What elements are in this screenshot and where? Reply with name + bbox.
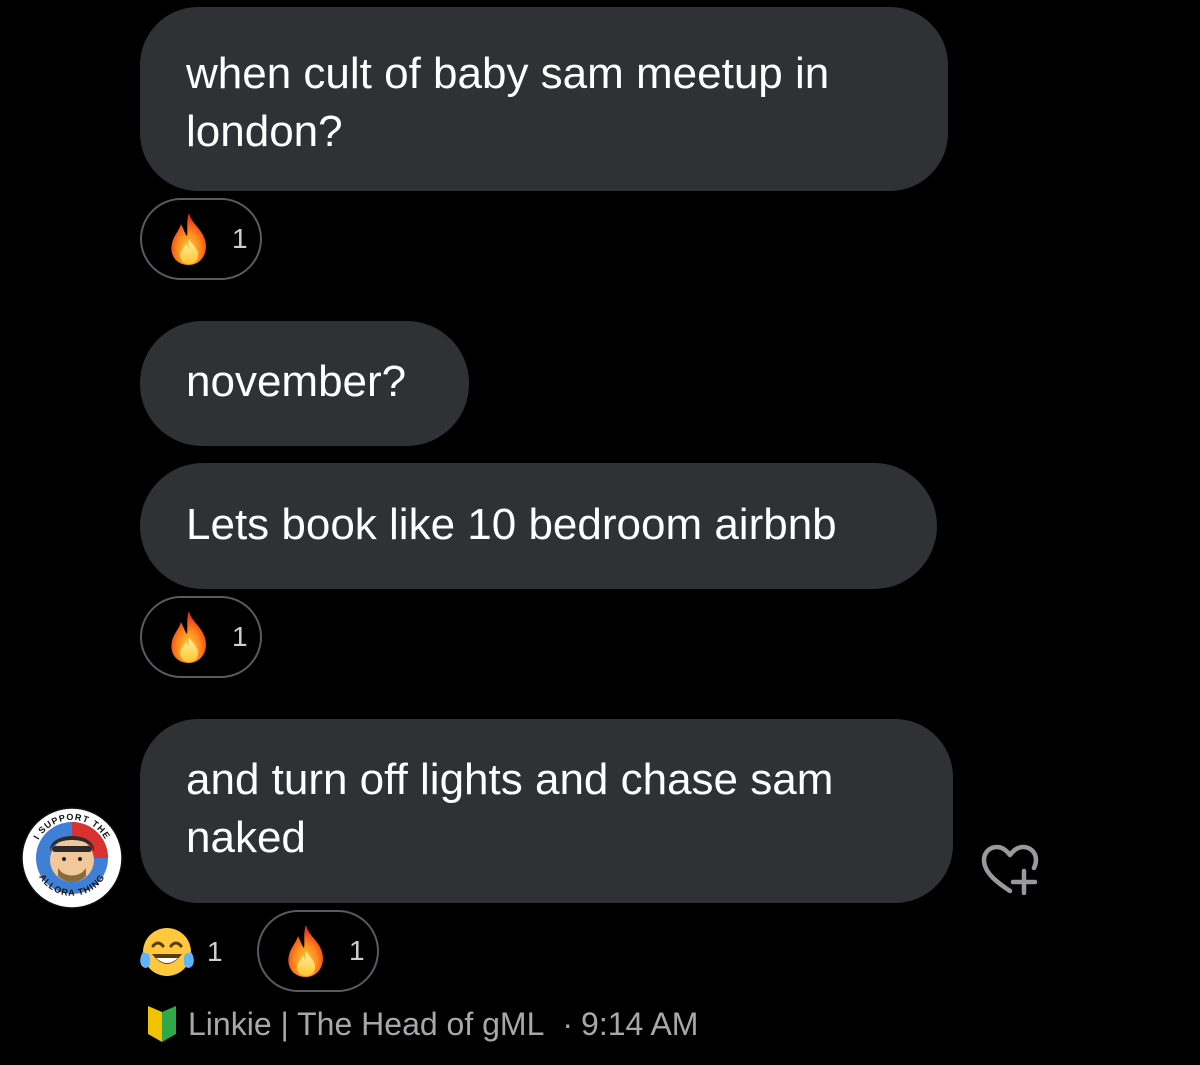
reaction-fire[interactable]: 1 xyxy=(140,596,262,678)
message-bubble[interactable]: when cult of baby sam meetup in london? xyxy=(140,7,948,191)
fire-icon xyxy=(164,609,214,665)
reaction-count: 1 xyxy=(232,621,248,652)
sender-name[interactable]: Linkie | The Head of gML xyxy=(188,1006,544,1043)
message-bubble[interactable]: november? xyxy=(140,321,469,446)
tears-of-joy-icon xyxy=(140,928,194,976)
reaction-fire[interactable]: 1 xyxy=(140,198,262,280)
reaction-count: 1 xyxy=(232,223,248,254)
separator: · xyxy=(562,1005,574,1042)
reaction-count: 1 xyxy=(207,936,223,967)
message-bubble[interactable]: Lets book like 10 bedroom airbnb xyxy=(140,463,937,589)
reaction-fire[interactable]: 1 xyxy=(257,910,379,992)
fire-icon xyxy=(281,923,331,979)
sender-info: Linkie | The Head of gML · 9:14 AM xyxy=(146,1002,698,1046)
reaction-laughing[interactable]: 1 xyxy=(137,922,223,982)
add-reaction-heart-plus-icon[interactable] xyxy=(978,843,1042,895)
message-bubble[interactable]: and turn off lights and chase sam naked xyxy=(140,719,953,903)
beginner-badge-icon xyxy=(148,1006,176,1042)
reaction-count: 1 xyxy=(349,935,365,966)
fire-icon xyxy=(164,211,214,267)
avatar[interactable]: I SUPPORT THE ALLORA THING xyxy=(20,806,124,910)
timestamp: 9:14 AM xyxy=(581,1005,699,1042)
